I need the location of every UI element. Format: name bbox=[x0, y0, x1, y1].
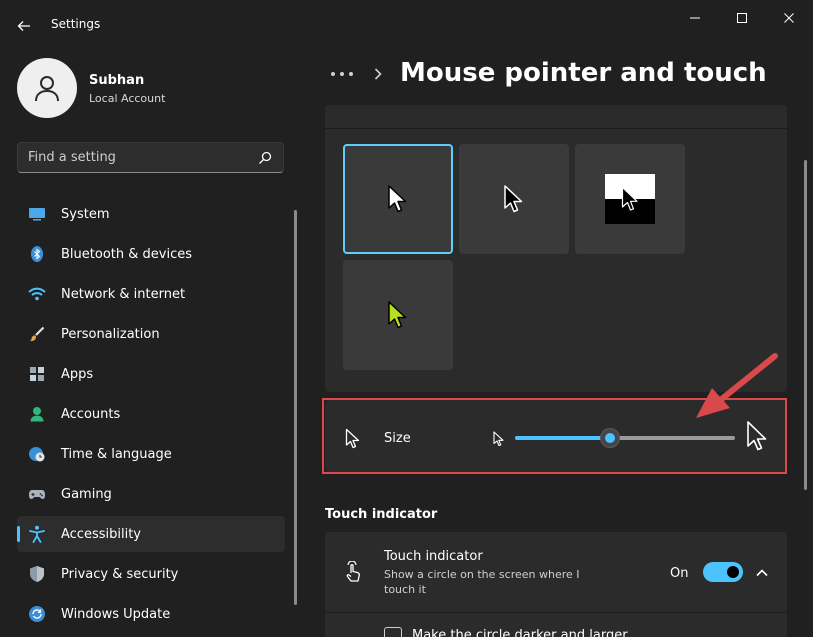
minimize-icon bbox=[690, 17, 700, 19]
sidebar-item-privacy-security[interactable]: Privacy & security bbox=[17, 556, 285, 592]
sidebar-item-personalization[interactable]: Personalization bbox=[17, 316, 285, 352]
sidebar-item-network[interactable]: Network & internet bbox=[17, 276, 285, 312]
back-button[interactable] bbox=[10, 12, 38, 40]
app-title: Settings bbox=[51, 17, 101, 31]
black-pointer-icon bbox=[504, 185, 523, 213]
sidebar-item-label: Windows Update bbox=[61, 606, 171, 622]
bluetooth-icon bbox=[28, 245, 46, 263]
globe-clock-icon bbox=[28, 445, 46, 463]
brush-icon bbox=[28, 325, 46, 343]
accessibility-icon bbox=[28, 525, 46, 543]
user-name: Subhan bbox=[89, 73, 145, 88]
touch-card-divider bbox=[325, 612, 787, 613]
more-icon bbox=[331, 72, 353, 76]
user-account-type: Local Account bbox=[89, 92, 166, 105]
wifi-icon bbox=[28, 285, 46, 303]
touch-indicator-title: Touch indicator bbox=[384, 549, 483, 564]
gamepad-icon bbox=[28, 485, 46, 503]
sidebar-item-label: Accounts bbox=[61, 406, 121, 422]
touch-indicator-toggle[interactable] bbox=[703, 562, 743, 582]
inverted-preview bbox=[605, 174, 655, 224]
pointer-style-inverted[interactable] bbox=[575, 144, 685, 254]
chevron-up-icon[interactable] bbox=[753, 564, 771, 582]
panel-divider bbox=[325, 128, 787, 129]
sidebar-item-accounts[interactable]: Accounts bbox=[17, 396, 285, 432]
sidebar-item-label: Time & language bbox=[61, 446, 172, 462]
sidebar-item-time-language[interactable]: Time & language bbox=[17, 436, 285, 472]
sidebar-item-label: Apps bbox=[61, 366, 94, 382]
breadcrumb-more-button[interactable] bbox=[328, 62, 356, 86]
sidebar-item-bluetooth[interactable]: Bluetooth & devices bbox=[17, 236, 285, 272]
pointer-style-white[interactable] bbox=[343, 144, 453, 254]
sidebar-nav: System Bluetooth & devices Network & int… bbox=[17, 196, 285, 636]
search-input[interactable] bbox=[18, 143, 248, 172]
page-title: Mouse pointer and touch bbox=[400, 58, 767, 88]
touch-indicator-heading: Touch indicator bbox=[325, 507, 438, 522]
sidebar-item-label: Bluetooth & devices bbox=[61, 246, 192, 262]
monitor-icon bbox=[28, 205, 46, 223]
search-box[interactable] bbox=[17, 142, 284, 173]
sidebar-item-system[interactable]: System bbox=[17, 196, 285, 232]
sidebar-item-windows-update[interactable]: Windows Update bbox=[17, 596, 285, 632]
settings-window: Settings Subhan Local Account System bbox=[0, 0, 813, 637]
toggle-state-label: On bbox=[670, 566, 689, 581]
darker-circle-label: Make the circle darker and larger bbox=[412, 628, 628, 637]
back-arrow-icon bbox=[17, 21, 30, 31]
avatar[interactable] bbox=[17, 58, 77, 118]
maximize-button[interactable] bbox=[719, 4, 765, 32]
close-icon bbox=[784, 13, 794, 23]
annotation-arrow-icon bbox=[696, 353, 778, 418]
toggle-knob bbox=[727, 566, 739, 578]
white-pointer-icon bbox=[388, 185, 407, 213]
touch-indicator-description: Show a circle on the screen where I touc… bbox=[384, 568, 580, 596]
content-scrollbar[interactable] bbox=[804, 160, 807, 490]
pointer-style-custom[interactable] bbox=[343, 260, 453, 370]
sidebar-item-label: Personalization bbox=[61, 326, 160, 342]
sidebar-item-label: Network & internet bbox=[61, 286, 186, 302]
inverted-pointer-icon bbox=[621, 186, 638, 211]
sidebar-scrollbar[interactable] bbox=[294, 210, 297, 605]
sidebar-item-label: System bbox=[61, 206, 110, 222]
title-bar: Settings bbox=[0, 0, 813, 50]
touch-hand-icon bbox=[346, 561, 360, 582]
maximize-icon bbox=[737, 13, 747, 23]
search-icon[interactable] bbox=[257, 150, 273, 166]
sidebar-item-label: Gaming bbox=[61, 486, 112, 502]
sidebar-item-label: Accessibility bbox=[61, 526, 141, 542]
person-icon bbox=[35, 76, 59, 102]
chevron-right-icon bbox=[374, 68, 382, 80]
sidebar-item-apps[interactable]: Apps bbox=[17, 356, 285, 392]
shield-icon bbox=[28, 565, 46, 583]
custom-pointer-icon bbox=[388, 301, 407, 329]
apps-icon bbox=[28, 365, 46, 383]
account-icon bbox=[28, 405, 46, 423]
darker-circle-checkbox[interactable] bbox=[384, 627, 402, 637]
sidebar-item-gaming[interactable]: Gaming bbox=[17, 476, 285, 512]
sidebar-item-label: Privacy & security bbox=[61, 566, 179, 582]
minimize-button[interactable] bbox=[672, 4, 718, 32]
update-icon bbox=[28, 605, 46, 623]
pointer-style-black[interactable] bbox=[459, 144, 569, 254]
sidebar-item-accessibility[interactable]: Accessibility bbox=[17, 516, 285, 552]
close-button[interactable] bbox=[766, 4, 812, 32]
